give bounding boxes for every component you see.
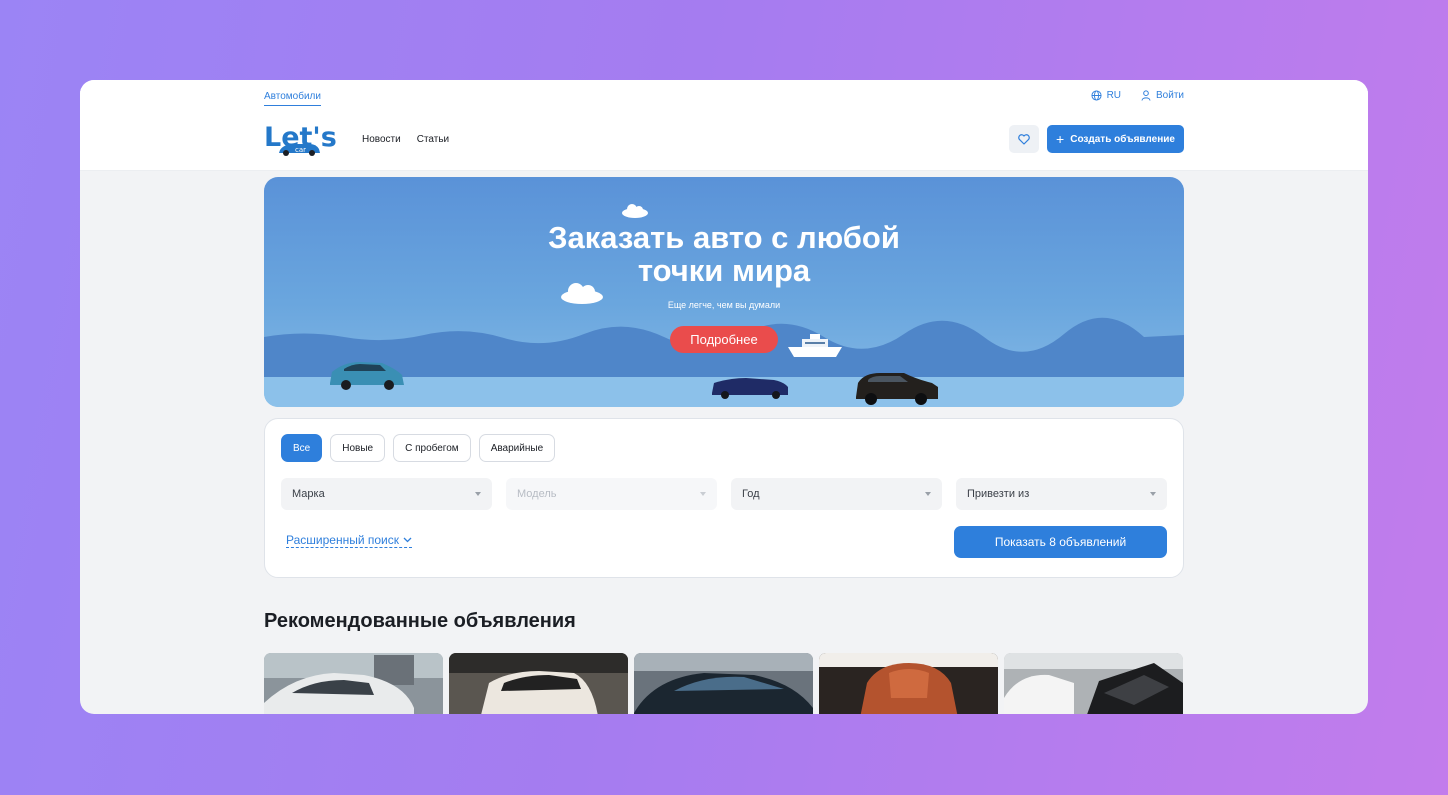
- show-listings-button[interactable]: Показать 8 объявлений: [954, 526, 1167, 558]
- hero-title-line1: Заказать авто с любой: [548, 220, 900, 255]
- tab-new[interactable]: Новые: [330, 434, 386, 462]
- hero-title-line2: точки мира: [637, 253, 811, 288]
- brand-select-label: Марка: [292, 488, 325, 500]
- tab-used[interactable]: С пробегом: [393, 434, 471, 462]
- filter-selects: Марка Модель Год Привезти из: [281, 478, 1167, 510]
- main-nav: Новости Статьи: [362, 134, 449, 145]
- heart-icon: [1018, 133, 1030, 145]
- browser-page: Автомобили RU Войти Let's car Новости Ст…: [80, 80, 1368, 714]
- brand-select[interactable]: Марка: [281, 478, 492, 510]
- login-link[interactable]: Войти: [1141, 90, 1184, 101]
- tab-damaged[interactable]: Аварийные: [478, 434, 556, 462]
- caret-down-icon: [700, 492, 706, 496]
- top-right-actions: RU Войти: [1091, 90, 1184, 101]
- nav-news[interactable]: Новости: [362, 134, 401, 145]
- listing-photo: [634, 653, 813, 714]
- recommended-listings: [264, 653, 1183, 714]
- language-switcher[interactable]: RU: [1091, 90, 1121, 101]
- caret-down-icon: [925, 492, 931, 496]
- hero-subtitle: Еще легче, чем вы думали: [667, 300, 781, 310]
- listing-card[interactable]: [634, 653, 813, 714]
- language-label: RU: [1106, 90, 1122, 101]
- listing-photo: [449, 653, 628, 714]
- site-header: Автомобили RU Войти Let's car Новости Ст…: [80, 80, 1368, 170]
- recommended-title: Рекомендованные объявления: [264, 610, 576, 632]
- listing-card[interactable]: [819, 653, 998, 714]
- create-listing-label: Создать объявление: [1070, 133, 1175, 145]
- cloud-icon: [622, 204, 648, 218]
- lets-car-logo[interactable]: Let's car: [264, 120, 342, 158]
- breadcrumb-cars[interactable]: Автомобили: [264, 91, 321, 106]
- user-icon: [1141, 90, 1151, 101]
- condition-tabs: Все Новые С пробегом Аварийные: [281, 434, 556, 462]
- caret-down-icon: [1150, 492, 1156, 496]
- model-select-label: Модель: [517, 488, 557, 500]
- import-from-select-label: Привезти из: [967, 488, 1030, 500]
- plus-icon: +: [1056, 131, 1065, 147]
- year-select-label: Год: [742, 488, 760, 500]
- chevron-down-icon: [403, 537, 412, 543]
- hero-title: Заказать авто с любой точки мира: [264, 221, 1184, 287]
- hero-scene-illustration: [264, 204, 1184, 407]
- search-filter-panel: Все Новые С пробегом Аварийные Марка Мод…: [264, 418, 1184, 578]
- model-select[interactable]: Модель: [506, 478, 717, 510]
- listing-card[interactable]: [1004, 653, 1183, 714]
- favorites-button[interactable]: [1009, 125, 1039, 153]
- nav-articles[interactable]: Статьи: [417, 134, 449, 145]
- listing-photo: [1004, 653, 1183, 714]
- create-listing-button[interactable]: + Создать объявление: [1047, 125, 1184, 153]
- listing-photo: [264, 653, 443, 714]
- advanced-search-link[interactable]: Расширенный поиск: [286, 533, 412, 548]
- globe-icon: [1091, 90, 1102, 101]
- year-select[interactable]: Год: [731, 478, 942, 510]
- caret-down-icon: [475, 492, 481, 496]
- listing-card[interactable]: [264, 653, 443, 714]
- import-from-select[interactable]: Привезти из: [956, 478, 1167, 510]
- hero-banner: Заказать авто с любой точки мира Еще лег…: [264, 177, 1184, 407]
- hero-more-button[interactable]: Подробнее: [670, 326, 778, 353]
- listing-photo: [819, 653, 998, 714]
- login-label: Войти: [1156, 90, 1184, 101]
- tab-all[interactable]: Все: [281, 434, 323, 462]
- advanced-search-label: Расширенный поиск: [286, 533, 399, 547]
- svg-text:car: car: [295, 146, 306, 154]
- listing-card[interactable]: [449, 653, 628, 714]
